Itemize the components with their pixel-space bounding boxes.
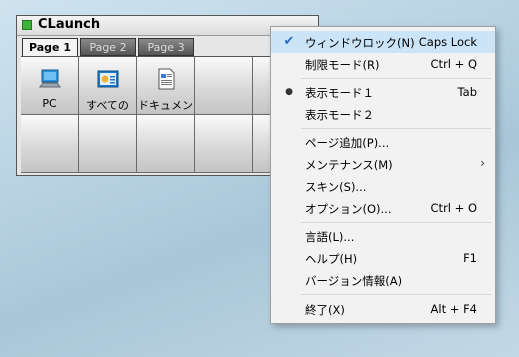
context-menu: ✔ ウィンドウロック(N) Caps Lock 制限モード(R) Ctrl + … [270,26,496,324]
tab-page-2[interactable]: Page 2 [80,38,136,56]
launcher-item-empty[interactable] [79,115,137,173]
menu-item-display-mode-2[interactable]: 表示モード２ [271,103,495,125]
menu-item-display-mode-1[interactable]: ● 表示モード１ Tab [271,81,495,103]
menu-item-shortcut: Caps Lock [418,35,477,49]
launcher-item-empty[interactable] [195,57,253,115]
menu-item-label: ヘルプ(H) [305,252,358,266]
menu-item-language[interactable]: 言語(L)... [271,225,495,247]
documents-icon [158,68,175,90]
tab-page-3[interactable]: Page 3 [138,38,194,56]
chevron-right-icon: › [480,156,485,170]
menu-item-add-page[interactable]: ページ追加(P)... [271,131,495,153]
menu-item-exit[interactable]: 終了(X) Alt + F4 [271,298,495,320]
menu-item-shortcut: Ctrl + O [430,201,477,215]
menu-item-restricted-mode[interactable]: 制限モード(R) Ctrl + Q [271,53,495,75]
menu-item-shortcut: F1 [463,251,477,265]
bullet-icon: ● [285,87,293,97]
launcher-item-label: すべての [86,99,129,112]
menu-item-label: 表示モード１ [305,86,374,100]
menu-item-shortcut: Ctrl + Q [430,57,477,71]
launcher-item-empty[interactable] [137,115,195,173]
menu-item-skin[interactable]: スキン(S)... [271,175,495,197]
menu-item-label: メンテナンス(M) [305,158,393,172]
check-icon: ✔ [283,34,295,49]
window-title: CLaunch [38,17,101,32]
menu-item-label: ページ追加(P)... [305,136,390,150]
menu-item-options[interactable]: オプション(O)... Ctrl + O [271,197,495,219]
menu-item-help[interactable]: ヘルプ(H) F1 [271,247,495,269]
menu-item-shortcut: Alt + F4 [430,302,477,316]
launcher-item-empty[interactable] [21,115,79,173]
all-apps-icon [97,70,119,88]
menu-item-label: 言語(L)... [305,230,355,244]
launcher-item-pc[interactable]: PC [21,57,79,115]
launcher-item-label: PC [42,97,57,110]
menu-separator [301,222,491,223]
menu-item-label: 表示モード２ [305,108,374,122]
launcher-item-empty[interactable] [195,115,253,173]
launcher-item-all-apps[interactable]: すべての [79,57,137,115]
menu-item-window-lock[interactable]: ✔ ウィンドウロック(N) Caps Lock [271,31,495,53]
launcher-item-documents[interactable]: ドキュメン [137,57,195,115]
menu-item-label: ウィンドウロック(N) [305,36,415,50]
menu-item-label: 終了(X) [305,303,345,317]
tab-page-1[interactable]: Page 1 [22,38,78,56]
menu-item-label: バージョン情報(A) [305,274,403,288]
pc-icon [39,69,61,88]
menu-item-maintenance[interactable]: メンテナンス(M) › [271,153,495,175]
launcher-grid: PC すべての ドキュメン [21,56,311,174]
menu-item-label: スキン(S)... [305,180,367,194]
menu-separator [301,294,491,295]
menu-item-shortcut: Tab [457,85,477,99]
menu-separator [301,78,491,79]
menu-item-version-info[interactable]: バージョン情報(A) [271,269,495,291]
menu-separator [301,128,491,129]
claunch-app-icon [22,20,32,30]
menu-item-label: 制限モード(R) [305,58,380,72]
launcher-item-label: ドキュメン [138,99,193,112]
menu-item-label: オプション(O)... [305,202,392,216]
